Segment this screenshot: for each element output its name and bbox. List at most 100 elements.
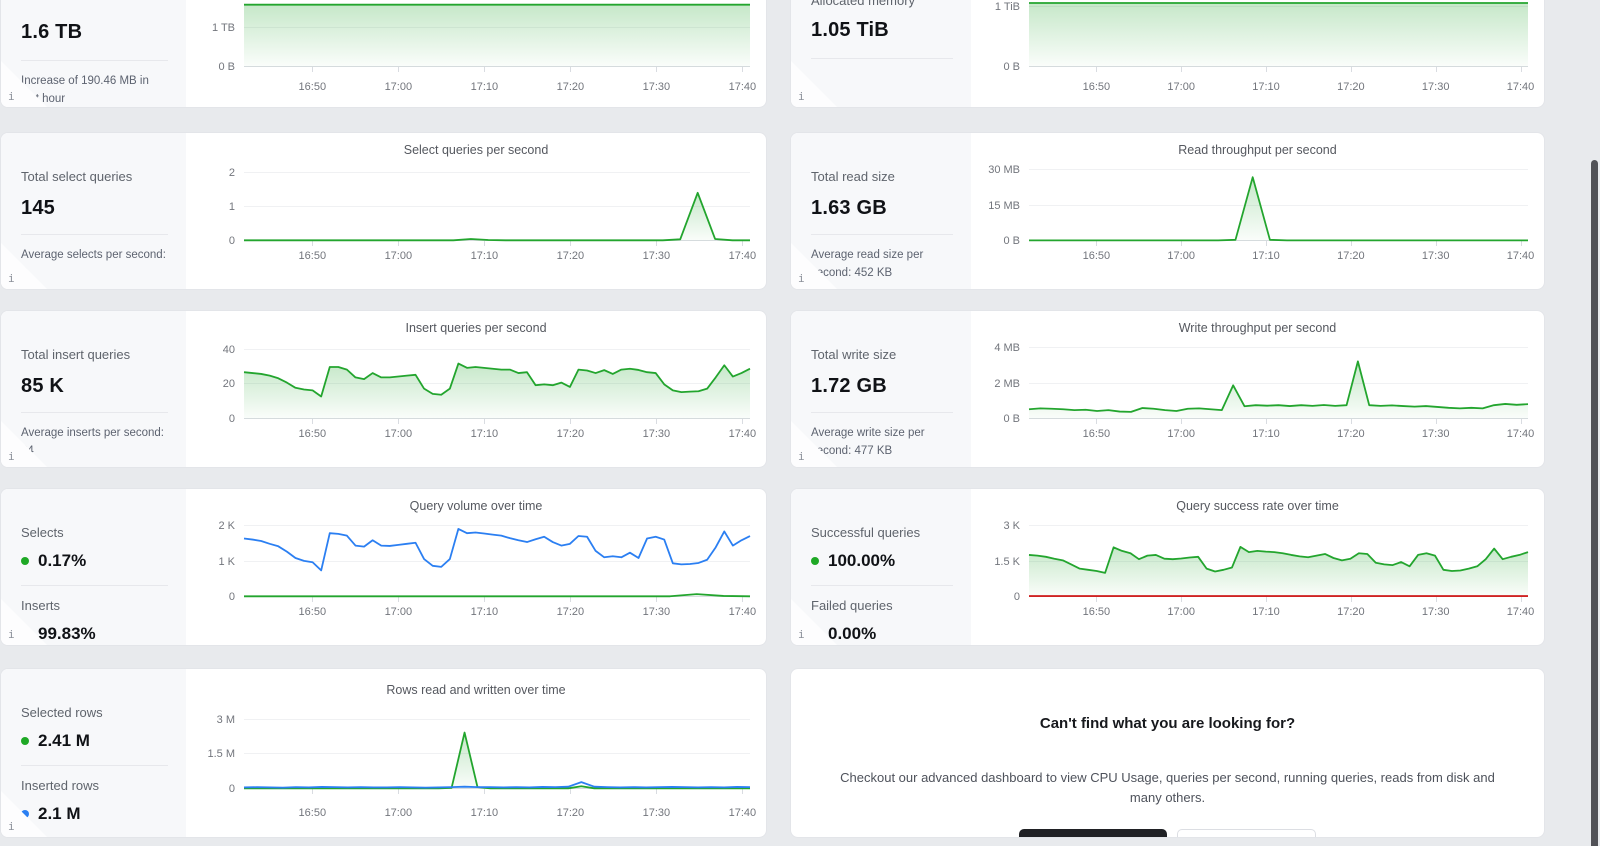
chart-allocated-memory: 0 B 1 TiB 16:50 17:00 17:10 17:20 17:30 17:40 [971, 0, 1544, 107]
chart-svg [1029, 341, 1528, 419]
x-tick-label: 17:10 [1252, 428, 1280, 440]
y-tick-label: 30 MB [988, 164, 1020, 177]
x-tick-label: 16:50 [1082, 250, 1111, 262]
x-tick-label: 17:30 [642, 81, 671, 93]
divider [811, 58, 953, 59]
info-icon[interactable]: i [798, 451, 805, 462]
vertical-scrollbar-thumb[interactable] [1591, 160, 1598, 846]
y-axis: 0 1 K 2 K [186, 519, 244, 603]
card-disk-usage: 1.6 TB Increase of 190.46 MB in last hou… [0, 0, 767, 108]
metric-summary: Total select queries 145 Average selects… [1, 133, 186, 289]
rows-read-line [244, 733, 750, 789]
chart-plot[interactable] [244, 519, 750, 602]
cta-title: Can't find what you are looking for? [1039, 715, 1296, 732]
x-tick-label: 17:20 [556, 807, 585, 819]
chart-plot[interactable] [244, 0, 750, 72]
y-tick-label: 2 [228, 167, 235, 180]
y-tick-label: 0 [1013, 591, 1020, 603]
x-tick-label: 17:00 [384, 807, 413, 819]
info-icon[interactable]: i [8, 629, 15, 640]
x-tick-label: 17:40 [1506, 81, 1535, 93]
chart-plot[interactable] [1029, 0, 1528, 72]
advanced-dashboard-button[interactable]: Advanced Dashboard [1019, 829, 1168, 837]
x-tick-label: 17:40 [728, 250, 757, 262]
x-tick-label: 17:00 [1167, 606, 1195, 618]
metric-label: Total read size [811, 169, 895, 184]
y-axis: 0 1.5 K 3 K [971, 519, 1029, 603]
x-tick-label: 17:10 [1252, 81, 1280, 93]
x-tick-label: 16:50 [298, 606, 327, 618]
chart-svg [244, 0, 750, 67]
read-throughput-area [1029, 177, 1528, 241]
x-tick-label: 16:50 [298, 81, 327, 93]
x-axis: 16:50 17:00 17:10 17:20 17:30 17:40 [244, 241, 757, 289]
y-axis: 0 B 1 TB [186, 0, 244, 73]
chart-svg [1029, 163, 1528, 241]
cta-body: Checkout our advanced dashboard to view … [840, 770, 1495, 805]
y-axis: 0 B 1 TiB [971, 0, 1029, 73]
chart-success-rate: Query success rate over time 0 1.5 K 3 K 1… [971, 489, 1544, 645]
y-axis: 0 B 2 MB 4 MB [971, 341, 1029, 425]
selects-per-second-line [244, 193, 750, 240]
info-icon[interactable]: i [8, 821, 15, 832]
info-icon[interactable]: i [798, 273, 805, 284]
card-write-size: Total write size 1.72 GB Average write s… [790, 310, 1545, 468]
card-success-rate: Successful queries 100.00% Failed querie… [790, 488, 1545, 646]
x-tick-label: 17:40 [728, 81, 757, 93]
info-icon[interactable]: i [8, 91, 15, 102]
dashboard: 1.6 TB Increase of 190.46 MB in last hou… [0, 0, 1600, 846]
stat-row: 100.00% [811, 551, 953, 571]
chart-svg [1029, 519, 1528, 597]
chart-plot[interactable] [1029, 163, 1528, 246]
read-throughput-line [1029, 177, 1528, 240]
x-tick-label: 16:50 [1082, 428, 1111, 440]
chart-plot[interactable] [1029, 341, 1528, 424]
x-tick-label: 17:00 [384, 428, 413, 440]
x-tick-label: 17:20 [1337, 250, 1365, 262]
chart-title: Insert queries per second [405, 321, 547, 335]
divider [811, 234, 953, 235]
y-tick-label: 0 [228, 783, 235, 795]
chart-plot[interactable] [244, 341, 750, 424]
chart-disk-usage: 0 B 1 TB 16:50 17:00 17:10 17:20 17:30 17:40 [186, 0, 766, 107]
x-tick-label: 17:10 [470, 606, 499, 618]
x-tick-label: 17:40 [1506, 250, 1535, 262]
chart-svg [244, 713, 750, 789]
divider [21, 585, 168, 586]
chart-title: Query volume over time [409, 499, 543, 513]
info-icon[interactable]: i [798, 91, 805, 102]
y-tick-label: 0 B [1003, 235, 1020, 247]
x-tick-label: 17:00 [384, 606, 413, 618]
x-tick-label: 17:00 [1167, 250, 1195, 262]
selects-line [244, 594, 750, 596]
x-tick-label: 17:00 [1167, 81, 1195, 93]
x-axis: 16:50 17:00 17:10 17:20 17:30 17:40 [1029, 597, 1535, 645]
x-tick-label: 17:40 [1506, 428, 1535, 440]
metric-value: 1.6 TB [21, 21, 83, 43]
y-axis: 0 20 40 [186, 341, 244, 425]
x-tick-label: 17:10 [470, 81, 499, 93]
x-tick-label: 17:30 [1421, 81, 1450, 93]
x-tick-label: 17:20 [556, 428, 585, 440]
y-tick-label: 0 [228, 591, 235, 603]
y-tick-label: 1.5 M [207, 748, 235, 761]
chart-svg [244, 341, 750, 419]
chart-svg [1029, 0, 1528, 68]
chart-select-qps: Select queries per second 0 1 2 16:50 17:00… [186, 133, 766, 289]
chart-plot[interactable] [1029, 519, 1528, 602]
info-icon[interactable]: i [8, 451, 15, 462]
x-tick-label: 17:20 [556, 250, 585, 262]
info-icon[interactable]: i [798, 629, 805, 640]
stat-label: Successful queries [811, 525, 921, 540]
rows-read-area [244, 732, 750, 789]
card-rows-read-written: Selected rows 2.41 M Inserted rows 2.1 M… [0, 668, 767, 838]
card-allocated-memory: Allocated memory 1.05 TiB i 0 B 1 TiB 16:… [790, 0, 1545, 108]
request-new-metric-button[interactable]: Request new metric [1177, 829, 1316, 837]
chart-plot[interactable] [244, 713, 750, 794]
y-tick-label: 1 K [218, 555, 235, 568]
info-icon[interactable]: i [8, 273, 15, 284]
chart-plot[interactable] [244, 163, 750, 246]
divider [811, 412, 953, 413]
y-tick-label: 0 [228, 413, 235, 425]
y-tick-label: 0 B [1003, 61, 1020, 73]
